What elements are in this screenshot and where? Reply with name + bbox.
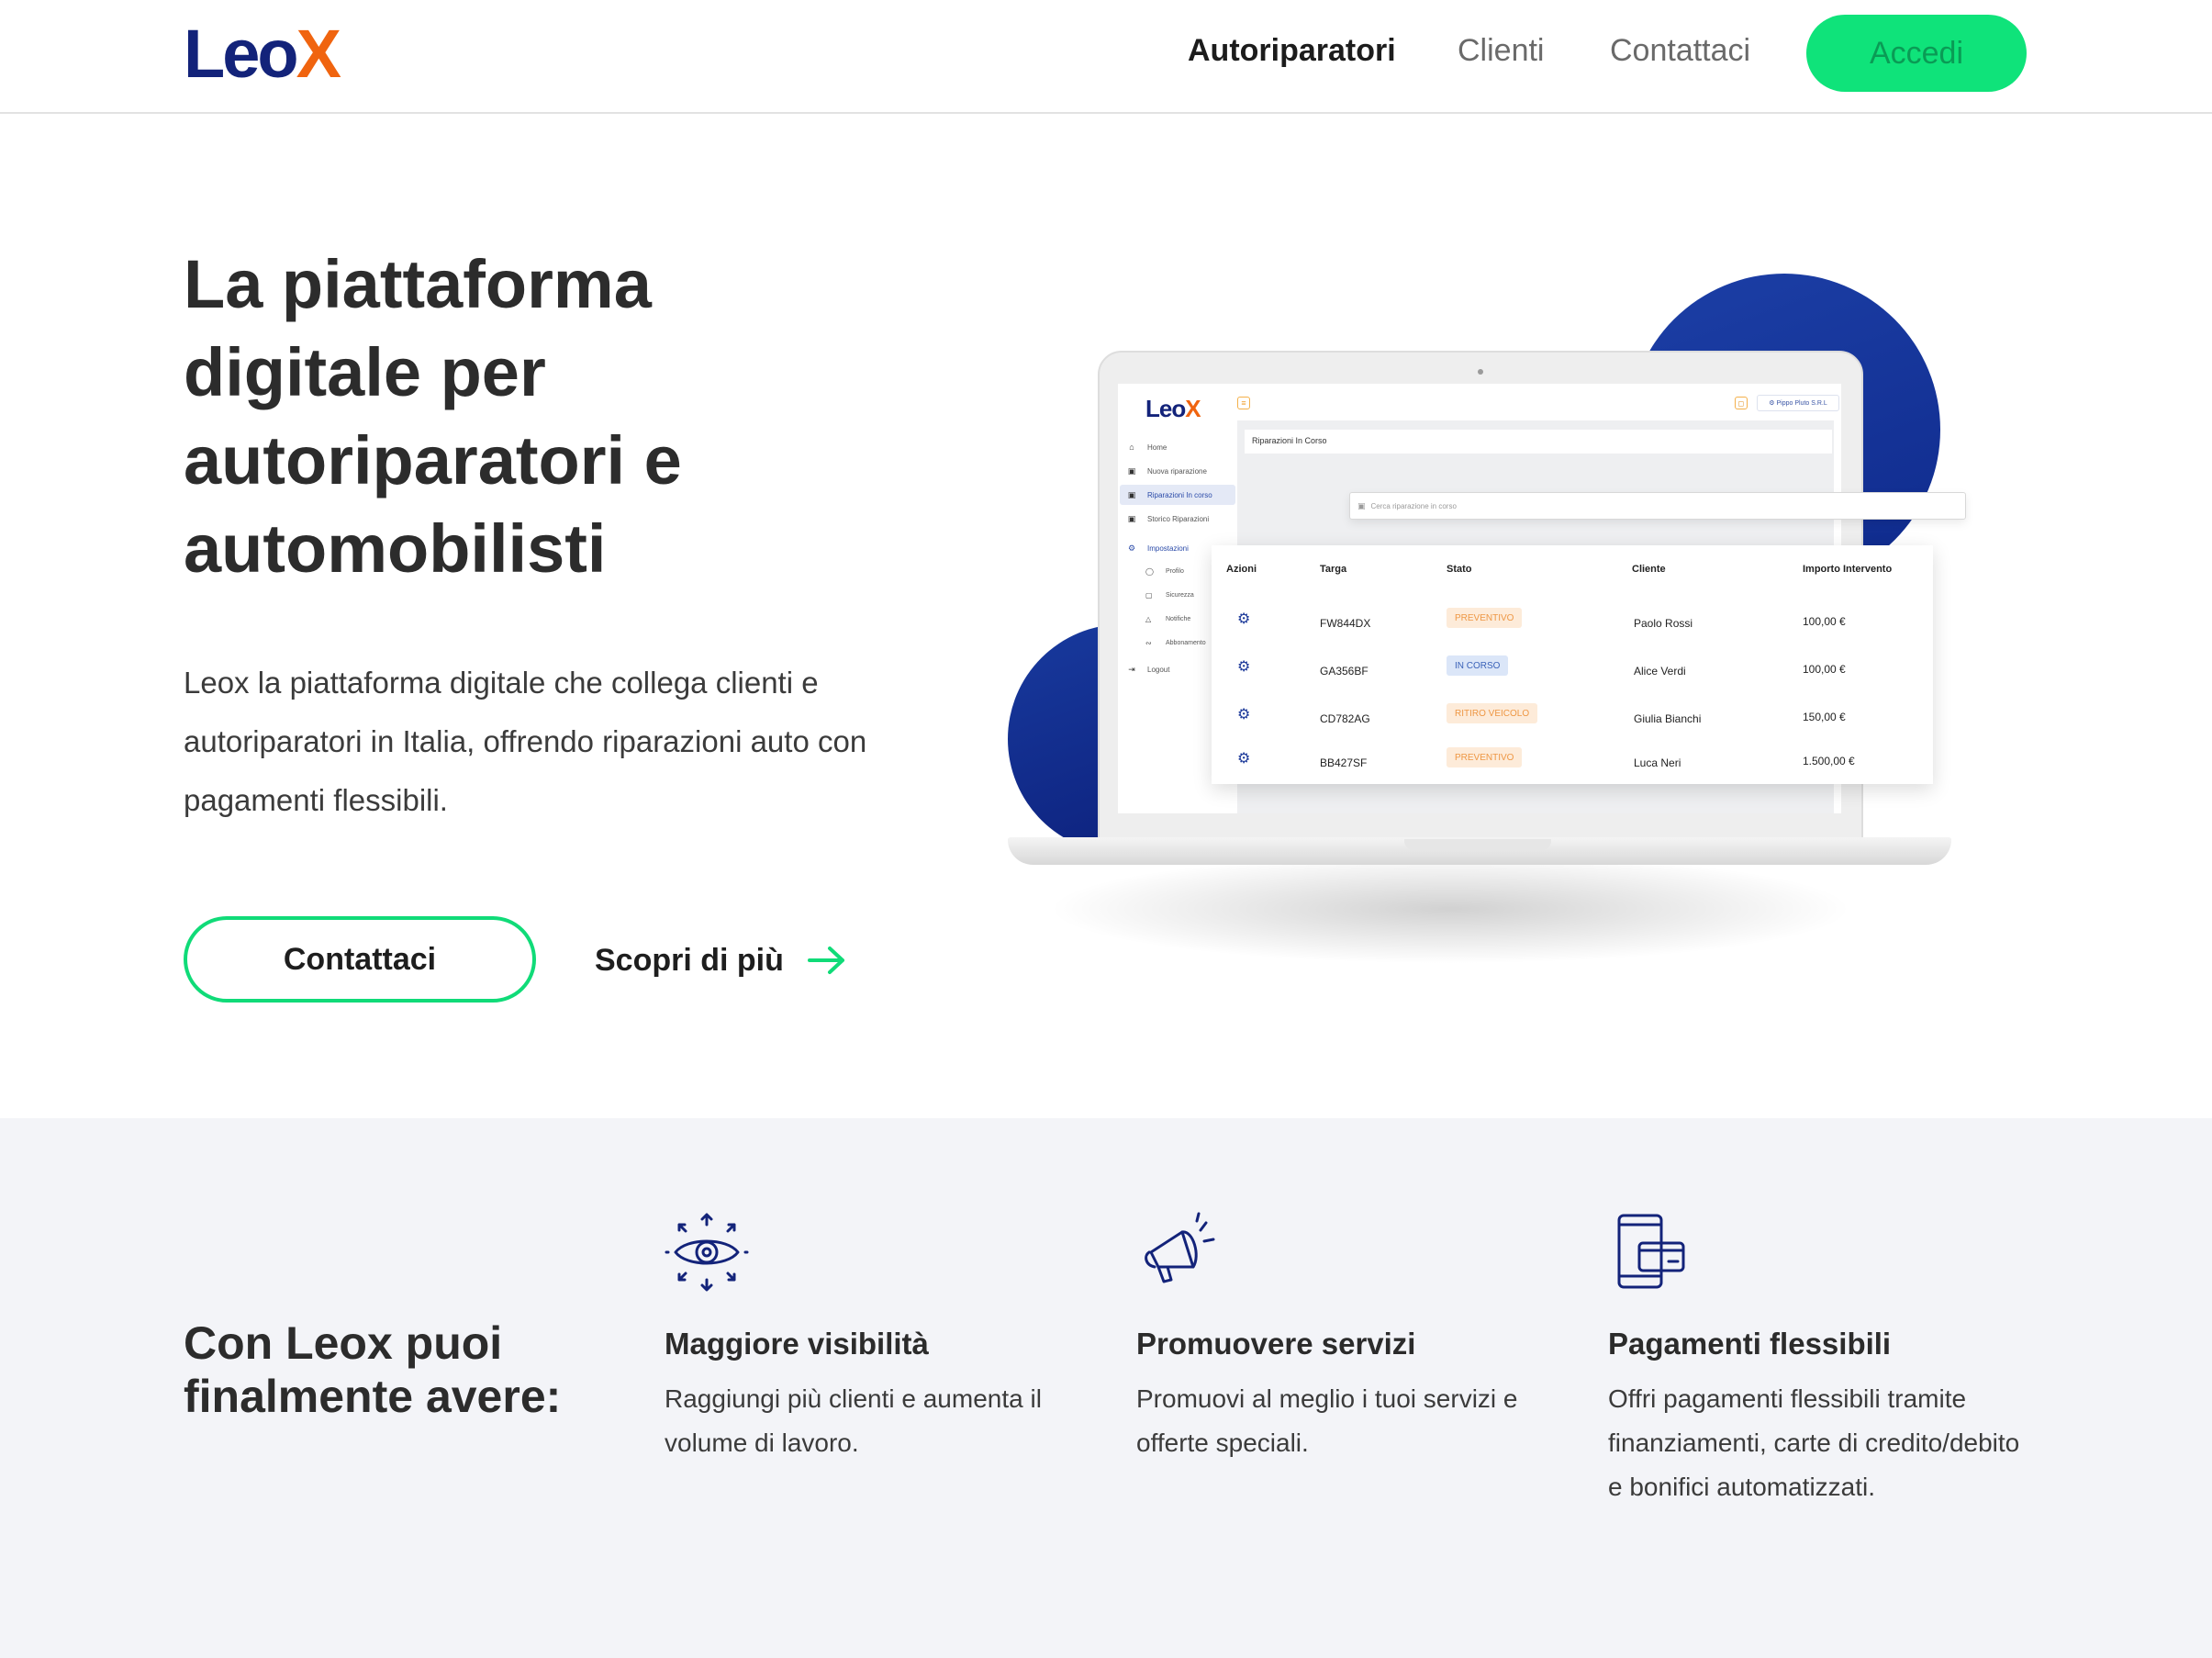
hero-title: La piattaforma digitale per autoriparato… <box>184 246 682 587</box>
sidebar-item-impostazioni[interactable]: ⚙ Impostazioni <box>1120 538 1189 558</box>
gear-icon[interactable]: ⚙ <box>1237 657 1250 676</box>
discover-more-link[interactable]: Scopri di più <box>595 935 846 986</box>
payment-card-icon <box>1617 1214 1685 1289</box>
table-row[interactable]: ⚙ FW844DX PREVENTIVO Paolo Rossi 100,00 … <box>1212 600 1933 646</box>
sidebar-item-abbonamento[interactable]: ∾ Abbonamento <box>1145 633 1206 652</box>
subscription-icon: ∾ <box>1145 638 1152 647</box>
gear-icon[interactable]: ⚙ <box>1237 705 1250 723</box>
search-placeholder: Cerca riparazione in corso <box>1370 501 1457 510</box>
eye-icon <box>665 1213 749 1292</box>
bell-icon[interactable]: ◻ <box>1735 397 1748 409</box>
table-row[interactable]: ⚙ BB427SF PREVENTIVO Luca Neri 1.500,00 … <box>1212 740 1933 786</box>
menu-icon[interactable]: ≡ <box>1237 397 1250 409</box>
status-badge: PREVENTIVO <box>1447 747 1523 767</box>
gear-icon[interactable]: ⚙ <box>1237 610 1250 628</box>
feature-text-promote: Promuovi al meglio i tuoi servizi e offe… <box>1136 1384 1518 1457</box>
contact-button[interactable]: Contattaci <box>184 916 536 1003</box>
car-icon: ▣ <box>1127 513 1136 523</box>
nav-contattaci[interactable]: Contattaci <box>1610 28 1750 73</box>
gear-icon[interactable]: ⚙ <box>1237 749 1250 767</box>
sidebar-item-notifiche[interactable]: △ Notifiche <box>1145 610 1190 628</box>
leox-logo[interactable]: LeoX <box>184 20 341 88</box>
feature-title-payments: Pagamenti flessibili <box>1608 1327 1892 1361</box>
sidebar-item-riparazioni-in-corso[interactable]: ▣ Riparazioni In corso <box>1120 485 1235 505</box>
table-header-importo: Importo Intervento <box>1803 564 1893 575</box>
app-logo: LeoX <box>1145 395 1201 422</box>
features-heading: Con Leox puoi finalmente avere: <box>184 1317 562 1422</box>
search-input[interactable]: ▣ Cerca riparazione in corso <box>1349 492 1966 520</box>
car-icon: ▣ <box>1127 465 1136 476</box>
discover-more-label: Scopri di più <box>595 942 784 978</box>
repairs-table: Azioni Targa Stato Cliente Importo Inter… <box>1212 545 1933 784</box>
feature-text-payments: Offri pagamenti flessibili tramite finan… <box>1608 1384 2020 1501</box>
home-icon: ⌂ <box>1129 443 1134 452</box>
page-title: Riparazioni In Corso <box>1245 430 1832 454</box>
table-row[interactable]: ⚙ GA356BF IN CORSO Alice Verdi 100,00 € <box>1212 648 1933 694</box>
laptop-notch <box>1404 839 1551 850</box>
car-icon: ▣ <box>1127 489 1136 499</box>
gear-icon: ⚙ <box>1127 543 1136 553</box>
lock-icon: ▢ <box>1145 590 1153 599</box>
sidebar-item-logout[interactable]: ⇥ Logout <box>1120 659 1169 679</box>
table-header-cliente: Cliente <box>1632 564 1666 575</box>
table-row[interactable]: ⚙ CD782AG RITIRO VEICOLO Giulia Bianchi … <box>1212 696 1933 742</box>
table-header-stato: Stato <box>1447 564 1472 575</box>
status-badge: RITIRO VEICOLO <box>1447 703 1538 723</box>
status-badge: IN CORSO <box>1447 655 1509 676</box>
megaphone-icon <box>1145 1212 1215 1283</box>
sidebar-item-home[interactable]: ⌂ Home <box>1120 437 1167 457</box>
nav-autoriparatori[interactable]: Autoriparatori <box>1188 28 1396 73</box>
feature-title-promote: Promuovere servizi <box>1136 1327 1416 1361</box>
login-button[interactable]: Accedi <box>1806 15 2027 92</box>
arrow-right-icon <box>807 947 844 974</box>
sidebar-item-sicurezza[interactable]: ▢ Sicurezza <box>1145 586 1194 604</box>
car-icon: ▣ <box>1357 500 1366 510</box>
site-header: LeoX Autoriparatori Clienti Contattaci A… <box>0 0 2212 114</box>
feature-title-visibility: Maggiore visibilità <box>665 1327 929 1361</box>
status-badge: PREVENTIVO <box>1447 608 1523 628</box>
laptop-shadow <box>1046 854 1854 964</box>
bell-icon: △ <box>1145 614 1152 623</box>
company-selector[interactable]: ⚙ Pippo Pluto S.R.L <box>1757 395 1839 411</box>
sidebar-item-storico-riparazioni[interactable]: ▣ Storico Riparazioni <box>1120 509 1209 529</box>
camera-dot <box>1478 369 1483 375</box>
sidebar-item-nuova-riparazione[interactable]: ▣ Nuova riparazione <box>1120 461 1207 481</box>
hero-description: Leox la piattaforma digitale che collega… <box>184 666 867 817</box>
sidebar-item-profilo[interactable]: ◯ Profilo <box>1145 562 1184 580</box>
nav-clienti[interactable]: Clienti <box>1458 28 1544 73</box>
logout-icon: ⇥ <box>1128 664 1135 674</box>
table-header-azioni: Azioni <box>1226 564 1257 575</box>
table-header-targa: Targa <box>1320 564 1347 575</box>
user-icon: ◯ <box>1145 566 1154 576</box>
gear-icon: ⚙ <box>1769 400 1777 407</box>
feature-text-visibility: Raggiungi più clienti e aumenta il volum… <box>665 1384 1042 1457</box>
